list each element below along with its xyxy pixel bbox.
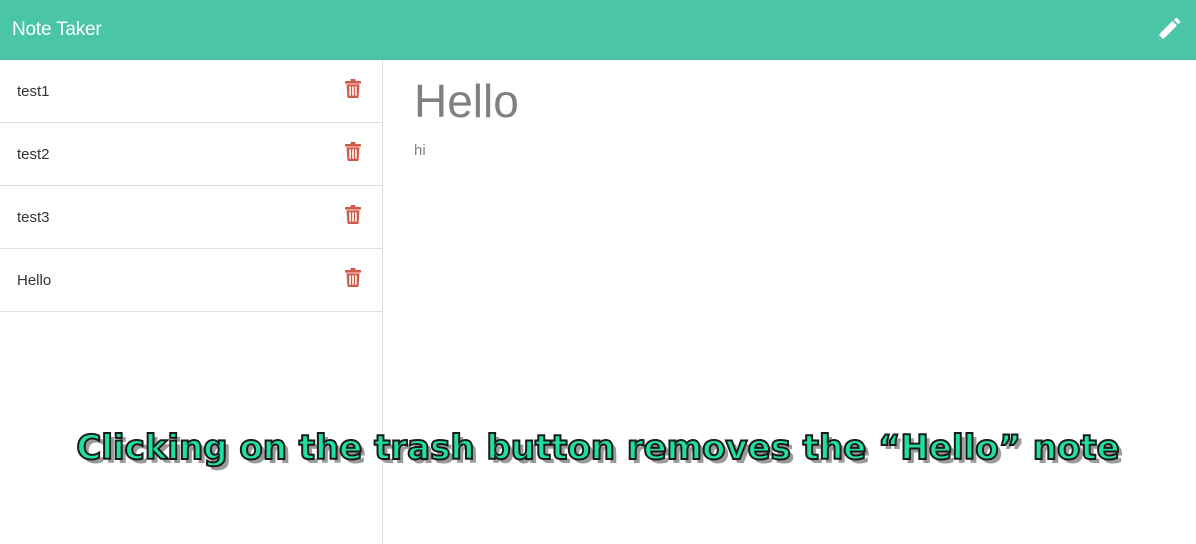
new-note-button[interactable] bbox=[1153, 15, 1183, 45]
note-list-sidebar: test1 test2 test3 Hello bbox=[0, 60, 383, 544]
delete-note-button[interactable] bbox=[343, 203, 363, 225]
list-item[interactable]: test3 bbox=[0, 186, 382, 249]
list-item[interactable]: Hello bbox=[0, 249, 382, 312]
note-text-area[interactable]: hi bbox=[414, 142, 1165, 442]
delete-note-button[interactable] bbox=[343, 266, 363, 288]
note-item-title: test3 bbox=[17, 208, 50, 226]
trash-icon bbox=[345, 78, 361, 98]
note-title-input[interactable] bbox=[414, 72, 1165, 130]
note-item-title: test1 bbox=[17, 82, 50, 100]
note-item-title: test2 bbox=[17, 145, 50, 163]
list-item[interactable]: test2 bbox=[0, 123, 382, 186]
note-editor: hi bbox=[383, 60, 1196, 544]
note-item-title: Hello bbox=[17, 271, 52, 289]
list-item[interactable]: test1 bbox=[0, 60, 382, 123]
trash-icon bbox=[345, 141, 361, 161]
pencil-icon bbox=[1158, 17, 1181, 40]
note-list: test1 test2 test3 Hello bbox=[0, 60, 382, 312]
delete-note-button[interactable] bbox=[343, 140, 363, 162]
app-brand-link[interactable]: Note Taker bbox=[12, 19, 102, 41]
trash-icon bbox=[345, 204, 361, 224]
navbar: Note Taker bbox=[0, 0, 1196, 60]
delete-note-button[interactable] bbox=[343, 77, 363, 99]
trash-icon bbox=[345, 267, 361, 287]
